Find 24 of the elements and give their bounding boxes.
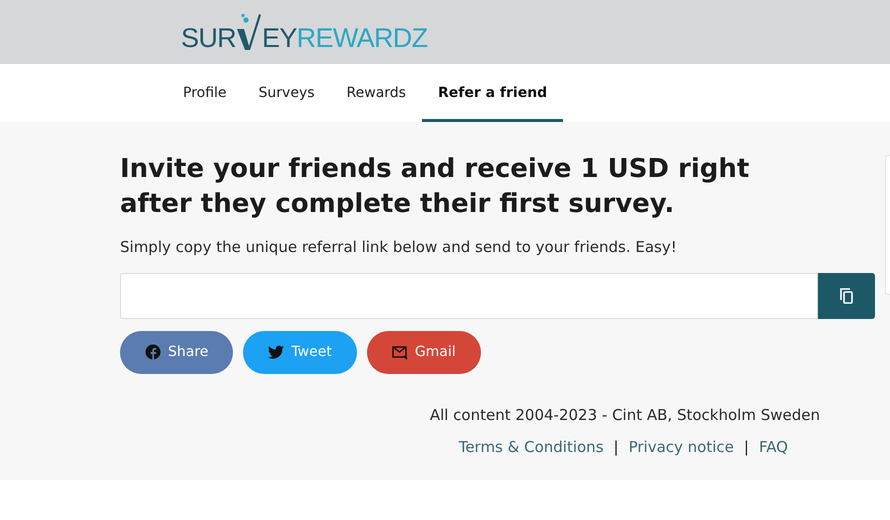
share-button[interactable]: Tweet xyxy=(243,330,357,374)
page-heading: Invite your friends and receive 1 USD right after they complete their first survey. xyxy=(120,153,750,221)
envelope-icon xyxy=(392,344,408,360)
logo-text: SUR xyxy=(181,25,236,52)
checkmark-figure-icon xyxy=(236,12,262,52)
share-button[interactable]: Gmail xyxy=(366,330,481,374)
copy-icon xyxy=(840,288,854,304)
nav-tab[interactable]: Surveys xyxy=(242,64,331,122)
nav-tab[interactable]: Profile xyxy=(167,64,243,122)
copyright-text: All content 2004-2023 - Cint AB, Stockholm Sweden xyxy=(430,404,820,426)
logo-text: REWARDZ xyxy=(296,25,428,52)
bird-icon xyxy=(268,344,284,360)
footer-link[interactable]: Privacy notice xyxy=(628,436,734,458)
description-text: Simply copy the unique referral link below and send to your friends. Easy! xyxy=(120,237,678,258)
facebook-icon xyxy=(145,344,161,360)
separator-text: | xyxy=(744,437,749,458)
share-button[interactable]: Share xyxy=(120,330,234,374)
referral-link-field[interactable] xyxy=(120,272,818,318)
footer-link[interactable]: Terms & Conditions xyxy=(458,436,604,458)
logo-text: EY xyxy=(262,25,297,52)
separator-text: | xyxy=(614,437,619,458)
nav-tab[interactable]: Rewards xyxy=(330,64,422,122)
footer-link[interactable]: FAQ xyxy=(758,436,788,458)
copy-button[interactable] xyxy=(818,272,875,318)
